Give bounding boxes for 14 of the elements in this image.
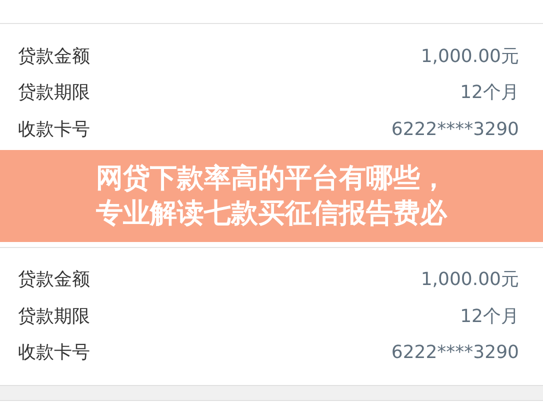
- field-value: 12个月: [460, 304, 519, 329]
- field-value: 6222****3290: [391, 341, 519, 366]
- field-label: 贷款期限: [18, 81, 90, 106]
- field-value: 6222****3290: [391, 118, 519, 142]
- field-value: 1,000.00元: [420, 44, 519, 69]
- field-value: 12个月: [460, 81, 519, 106]
- field-label: 收款卡号: [18, 118, 90, 142]
- field-label: 收款卡号: [18, 341, 90, 366]
- banner-line: 专业解读七款买征信报告费必: [96, 197, 447, 231]
- field-value: 1,000.00元: [420, 268, 519, 292]
- banner-line: 网贷下款率高的平台有哪些，: [96, 162, 447, 196]
- field-label: 贷款金额: [18, 268, 90, 292]
- field-label: 贷款期限: [18, 304, 90, 329]
- field-label: 贷款金额: [18, 44, 90, 69]
